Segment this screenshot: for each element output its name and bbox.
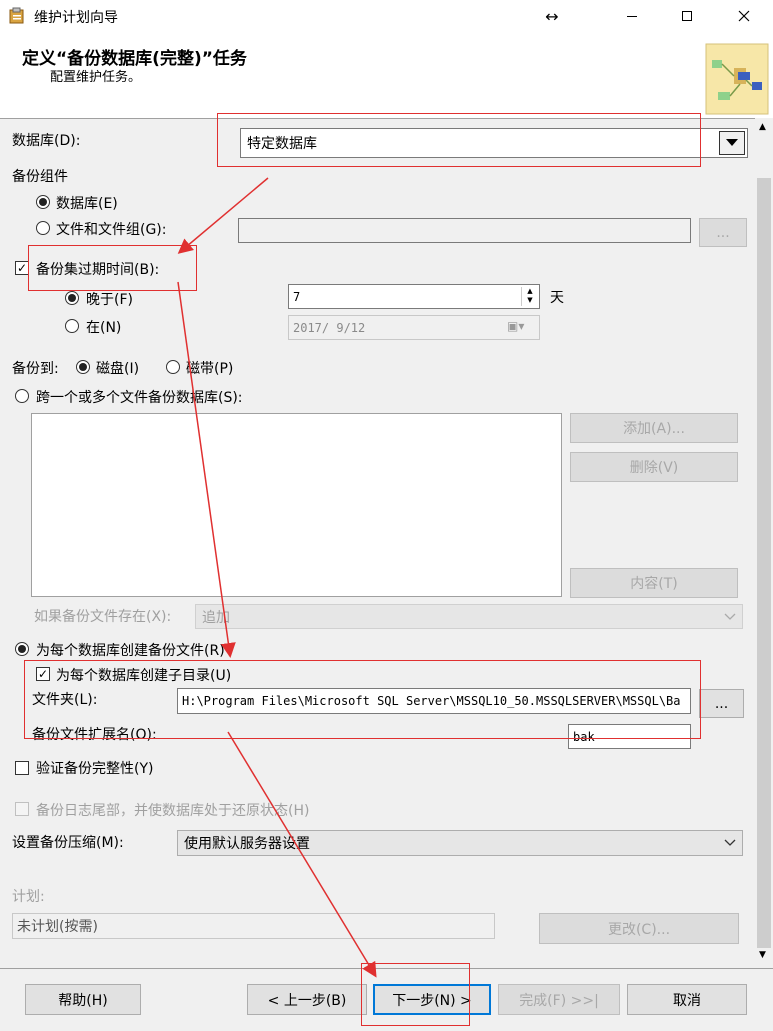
arrow-to-per-db xyxy=(177,281,236,658)
arrow-to-expire xyxy=(177,177,269,254)
annotation-arrows xyxy=(177,177,377,978)
arrow-to-next xyxy=(227,731,377,978)
